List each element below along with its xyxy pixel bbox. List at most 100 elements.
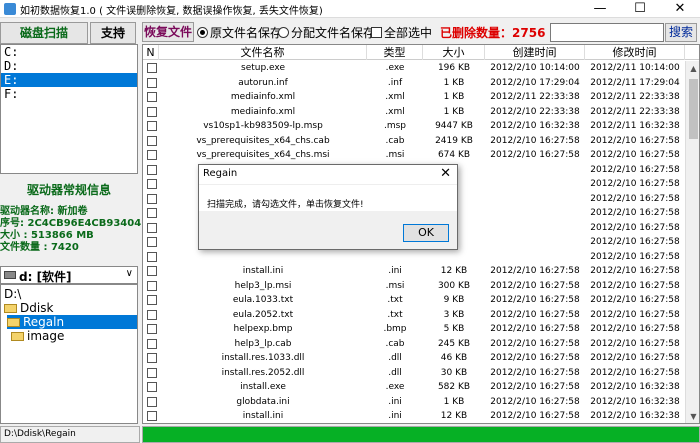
table-row[interactable]: help3_lp.cab .cab 245 KB 2012/2/10 16:27:58…: [143, 337, 685, 352]
row-checkbox[interactable]: [147, 121, 157, 131]
row-checkbox[interactable]: [147, 382, 157, 392]
keep-name-radio[interactable]: 原文件名保存: [197, 24, 282, 41]
row-checkbox[interactable]: [147, 222, 157, 233]
dialog-close-button[interactable]: ✕: [440, 166, 451, 181]
vertical-scrollbar[interactable]: ▲ ▼: [685, 61, 699, 423]
row-checkbox[interactable]: [147, 208, 157, 218]
scroll-up-icon[interactable]: ▲: [686, 61, 699, 76]
col-header-modified[interactable]: 修改时间: [585, 45, 685, 60]
drive-select[interactable]: d: [软件] ∨: [0, 266, 138, 284]
cell-modified: 2012/2/10 16:27:58: [590, 338, 680, 349]
cell-type: .msp: [383, 121, 407, 131]
col-header-size[interactable]: 大小: [423, 45, 485, 60]
row-checkbox[interactable]: [147, 367, 157, 378]
table-row[interactable]: 2012/2/10 16:27:58: [143, 250, 685, 265]
row-checkbox[interactable]: [147, 396, 157, 407]
cell-size: 9 KB: [443, 295, 465, 305]
table-row[interactable]: install.res.2052.dll .dll 30 KB 2012/2/10 1…: [143, 366, 685, 381]
row-checkbox[interactable]: [147, 309, 157, 320]
drive-item[interactable]: F:: [1, 87, 137, 101]
table-row[interactable]: help3_lp.msi .msi 300 KB 2012/2/10 16:27:58…: [143, 279, 685, 294]
table-row[interactable]: setup.exe .exe 196 KB 2012/2/10 10:14:00 201…: [143, 61, 685, 76]
cell-name: install.ini: [242, 266, 284, 276]
row-checkbox[interactable]: [147, 251, 157, 262]
drive-item[interactable]: E:: [1, 73, 137, 87]
row-checkbox[interactable]: [147, 179, 157, 189]
row-checkbox[interactable]: [147, 295, 157, 305]
row-checkbox[interactable]: [147, 150, 157, 160]
row-checkbox[interactable]: [147, 237, 157, 247]
maximize-button[interactable]: ☐: [620, 0, 660, 18]
drive-item[interactable]: D:: [1, 59, 137, 73]
assign-name-radio[interactable]: 分配文件名保存: [278, 24, 375, 41]
row-checkbox[interactable]: [147, 193, 157, 204]
folder-icon: [11, 332, 24, 341]
table-row[interactable]: install.exe .exe 582 KB 2012/2/10 16:27:58 2…: [143, 380, 685, 395]
row-checkbox[interactable]: [147, 266, 157, 276]
row-checkbox[interactable]: [147, 353, 157, 363]
drive-item[interactable]: C:: [1, 45, 137, 59]
row-checkbox[interactable]: [147, 135, 157, 146]
minimize-button[interactable]: —: [580, 0, 620, 18]
col-header-type[interactable]: 类型: [367, 45, 423, 60]
cell-size: 1 KB: [443, 106, 465, 117]
progress-fill: [143, 427, 699, 442]
row-checkbox[interactable]: [147, 338, 157, 349]
cell-name: [159, 250, 367, 265]
row-checkbox[interactable]: [147, 63, 157, 73]
col-header-n[interactable]: N: [143, 45, 159, 60]
chevron-down-icon[interactable]: ∨: [126, 268, 133, 279]
support-button[interactable]: 支持: [90, 22, 136, 44]
disk-scan-button[interactable]: 磁盘扫描: [0, 22, 88, 44]
table-row[interactable]: globdata.ini .ini 1 KB 2012/2/10 16:27:58 20…: [143, 395, 685, 410]
tree-item-image[interactable]: image: [11, 329, 64, 343]
col-header-name[interactable]: 文件名称: [159, 45, 367, 60]
window-title: 如初数据恢复1.0 ( 文件误删除恢复, 数据误操作恢复, 丢失文件恢复): [20, 6, 323, 17]
row-checkbox[interactable]: [147, 164, 157, 175]
close-button[interactable]: ✕: [660, 0, 700, 18]
table-row[interactable]: eula.2052.txt .txt 3 KB 2012/2/10 16:27:58 2…: [143, 308, 685, 323]
row-checkbox[interactable]: [147, 411, 157, 421]
cell-type: .txt: [387, 295, 403, 305]
table-row[interactable]: install.res.1033.dll .dll 46 KB 2012/2/10 1…: [143, 351, 685, 366]
tree-item-ddisk[interactable]: Ddisk: [4, 301, 53, 315]
col-header-created[interactable]: 创建时间: [485, 45, 585, 60]
table-row[interactable]: install.ini .ini 12 KB 2012/2/10 16:27:58 20…: [143, 264, 685, 279]
cell-modified: 2012/2/10 16:27:58: [590, 237, 680, 247]
table-row[interactable]: install.ini .ini 12 KB 2012/2/10 16:27:58 20…: [143, 409, 685, 423]
row-checkbox[interactable]: [147, 324, 157, 334]
cell-modified: 2012/2/10 16:27:58: [590, 266, 680, 276]
table-row[interactable]: vs10sp1-kb983509-lp.msp .msp 9447 KB 2012/2…: [143, 119, 685, 134]
table-row[interactable]: mediainfo.xml .xml 1 KB 2012/2/11 22:33:38 2…: [143, 90, 685, 105]
scroll-thumb[interactable]: [689, 79, 698, 139]
table-row[interactable]: autorun.inf .inf 1 KB 2012/2/10 17:29:04 201…: [143, 76, 685, 91]
radio-selected-icon: [197, 27, 208, 38]
search-button[interactable]: 搜索: [665, 23, 697, 42]
drive-list[interactable]: C: D: E: F:: [0, 44, 138, 174]
dialog-ok-button[interactable]: OK: [403, 224, 449, 242]
cell-created: [485, 163, 585, 178]
tree-item-root[interactable]: D:\: [4, 287, 21, 301]
search-input[interactable]: [550, 23, 664, 42]
cell-created: 2012/2/11 22:33:38: [490, 92, 580, 102]
cell-name: eula.1033.txt: [232, 295, 294, 305]
dialog-message: 扫描完成，请勾选文件，单击恢复文件!: [207, 200, 364, 210]
folder-tree[interactable]: D:\ Ddisk Regaln image: [0, 284, 138, 424]
select-all-checkbox[interactable]: 全部选中: [371, 24, 432, 41]
table-row[interactable]: help3_lp.msi.msi286 KB2012/2/10 16:27:58…: [143, 424, 685, 425]
table-row[interactable]: vs_prerequisites_x64_chs.msi .msi 674 KB 20…: [143, 148, 685, 163]
scroll-down-icon[interactable]: ▼: [686, 409, 699, 423]
recover-files-button[interactable]: 恢复文件: [142, 22, 194, 42]
cell-size: 2419 KB: [435, 135, 473, 146]
deleted-count-value: 2756: [512, 26, 546, 40]
table-row[interactable]: helpexp.bmp .bmp 5 KB 2012/2/10 16:27:58 201…: [143, 322, 685, 337]
row-checkbox[interactable]: [147, 106, 157, 117]
row-checkbox[interactable]: [147, 92, 157, 102]
cell-name: install.res.1033.dll: [221, 353, 305, 363]
table-row[interactable]: eula.1033.txt .txt 9 KB 2012/2/10 16:27:58 2…: [143, 293, 685, 308]
row-checkbox[interactable]: [147, 77, 157, 88]
table-row[interactable]: vs_prerequisites_x64_chs.cab .cab 2419 KB 2…: [143, 134, 685, 149]
table-row[interactable]: mediainfo.xml .xml 1 KB 2012/2/10 22:33:38 2…: [143, 105, 685, 120]
tree-item-regaln[interactable]: Regaln: [7, 315, 137, 329]
row-checkbox[interactable]: [147, 280, 157, 291]
